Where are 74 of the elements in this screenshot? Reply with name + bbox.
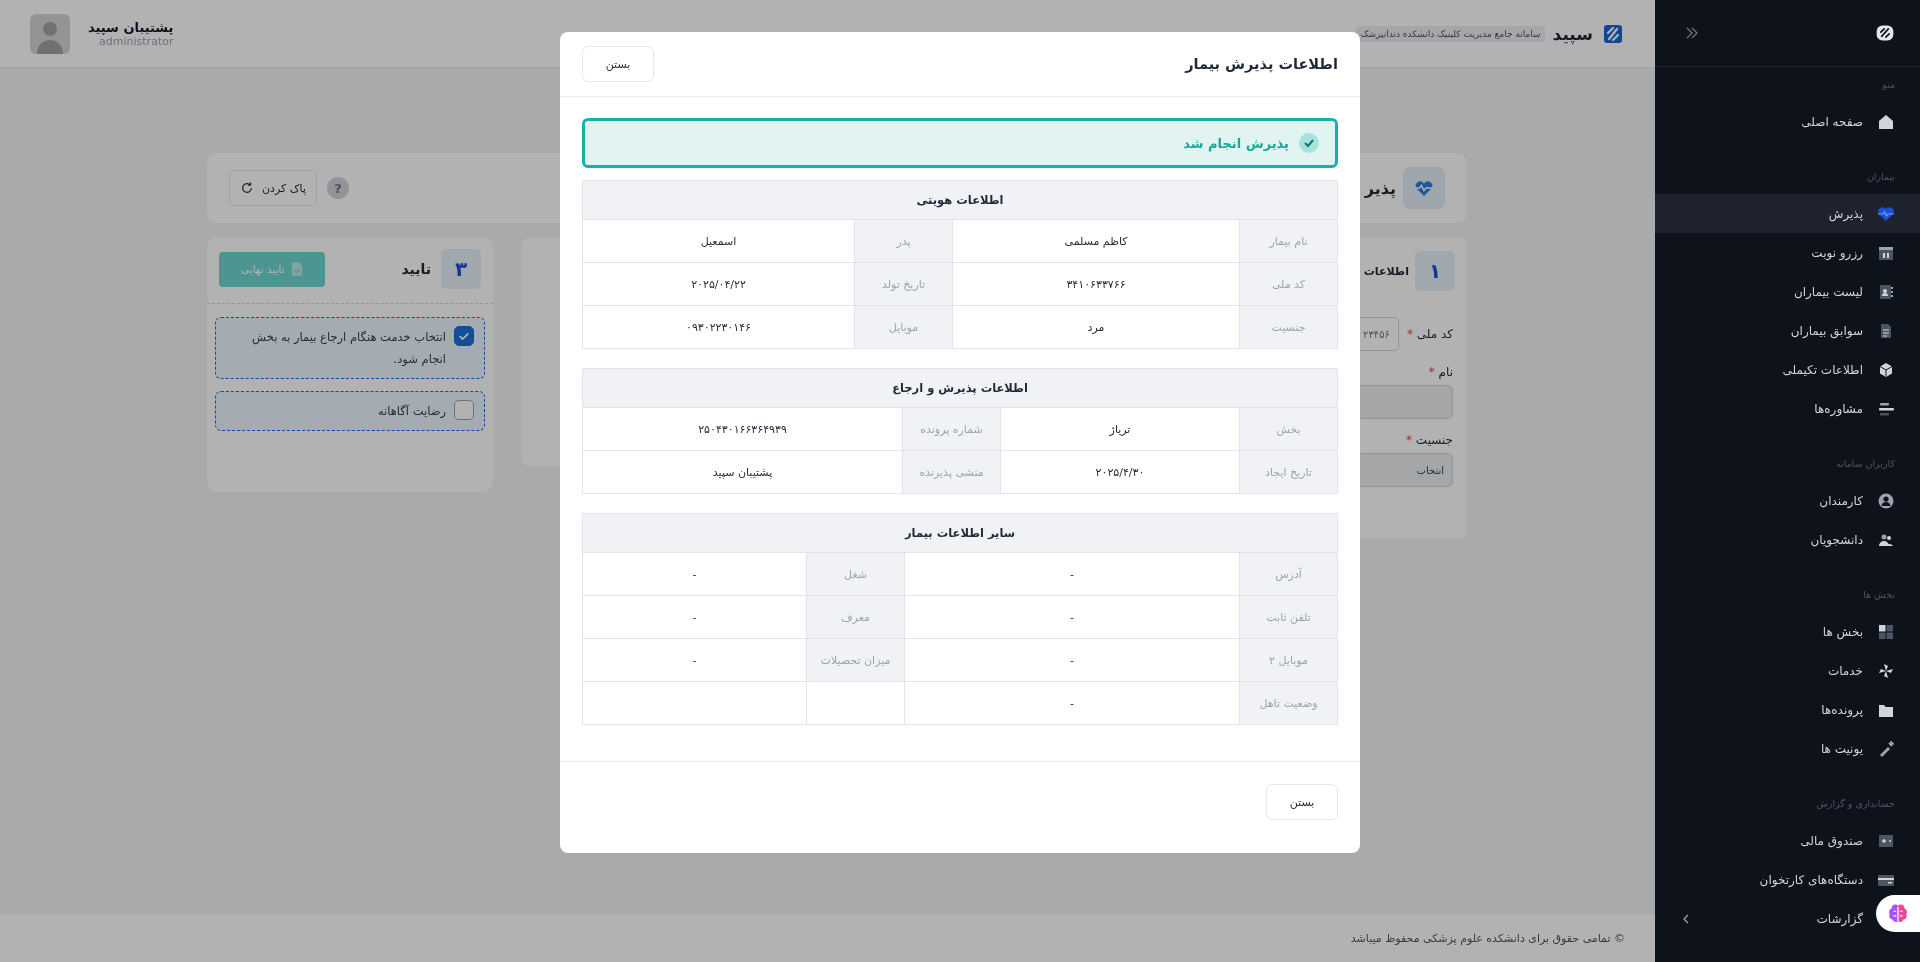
field-value: مرد bbox=[952, 305, 1239, 348]
section-header: اطلاعات پذیرش و ارجاع bbox=[583, 369, 1337, 407]
required-mark: * bbox=[1406, 327, 1413, 341]
field-label: کد ملی bbox=[1239, 262, 1337, 305]
nav-item[interactable]: سوابق بیماران bbox=[1655, 311, 1920, 350]
field-value: ۲۰۲۵/۴/۳۰ bbox=[1000, 450, 1239, 493]
required-mark: * bbox=[1428, 365, 1435, 379]
field-label: آدرس bbox=[1239, 552, 1337, 595]
field-value: - bbox=[904, 681, 1239, 724]
nav-item[interactable]: مشاوره‌ها bbox=[1655, 389, 1920, 428]
field-label: شماره پرونده bbox=[902, 407, 1000, 450]
field-label: نام بیمار bbox=[1239, 219, 1337, 262]
section-label: کاربران سامانه bbox=[1834, 457, 1896, 471]
field-label: وضعیت تاهل bbox=[1239, 681, 1337, 724]
gender-select[interactable]: انتخاب bbox=[1357, 453, 1453, 487]
field-label: جنسیت bbox=[1239, 305, 1337, 348]
nav-item[interactable]: یونیت ها bbox=[1655, 729, 1920, 768]
copyright-text: © تمامی حقوق برای دانشکده علوم پزشکی محفوظ میباشد bbox=[1350, 932, 1625, 945]
nav-item[interactable]: پذیرش bbox=[1655, 194, 1920, 233]
section-label: حسابداری و گزارش bbox=[1815, 797, 1896, 811]
field-label: موبایل ۲ bbox=[1239, 638, 1337, 681]
brand-name: سپید bbox=[1552, 23, 1593, 44]
user-name: پشتیبان سپید bbox=[88, 19, 174, 35]
nav-item[interactable]: دانشجویان bbox=[1655, 520, 1920, 559]
option-label: انتخاب خدمت هنگام ارجاع بیمار به بخش انجام شود. bbox=[251, 329, 446, 368]
section-header: اطلاعات هویتی bbox=[583, 181, 1337, 219]
required-mark: * bbox=[1406, 433, 1413, 447]
field-label: شغل bbox=[806, 552, 904, 595]
field-value: کاظم مسلمی bbox=[952, 219, 1239, 262]
field-value: تریاژ bbox=[1000, 407, 1239, 450]
nav-item[interactable]: پرونده‌ها bbox=[1655, 690, 1920, 729]
field-label: تاریخ ایجاد bbox=[1239, 450, 1337, 493]
step-number: ۱ bbox=[1415, 251, 1455, 291]
nav-item[interactable]: بخش ها bbox=[1655, 612, 1920, 651]
user-role: administrator bbox=[99, 34, 174, 48]
field-label: منشی پذیرنده bbox=[902, 450, 1000, 493]
field-label: تلفن ثابت bbox=[1239, 595, 1337, 638]
nav-item[interactable]: صندوق مالی bbox=[1655, 821, 1920, 860]
nav-item[interactable]: رزرو نوبت bbox=[1655, 233, 1920, 272]
consent-option[interactable]: انتخاب خدمت هنگام ارجاع بیمار به بخش انجام شود. bbox=[215, 317, 485, 379]
section-label: منو bbox=[1881, 78, 1896, 92]
option-label: رضایت آگاهانه bbox=[377, 403, 446, 420]
modal-title: اطلاعات پذیرش بیمار bbox=[1185, 56, 1338, 72]
nav-item[interactable]: کارمندان bbox=[1655, 481, 1920, 520]
nav-item[interactable]: صفحه اصلی bbox=[1655, 102, 1920, 141]
section-header: سایر اطلاعات بیمار bbox=[583, 514, 1337, 552]
section-label: بخش ها bbox=[1862, 588, 1896, 602]
step-title: اطلاعات bbox=[1363, 264, 1409, 278]
field-label: کد ملی * bbox=[1406, 327, 1453, 341]
reset-button[interactable]: پاک کردن bbox=[229, 170, 318, 206]
field-label: میزان تحصیلات bbox=[806, 638, 904, 681]
nav-item[interactable]: خدمات bbox=[1655, 651, 1920, 690]
field-value: - bbox=[904, 638, 1239, 681]
page-title: پذیر bbox=[1364, 178, 1396, 198]
field-label: موبایل bbox=[854, 305, 952, 348]
section-label: بیماران bbox=[1865, 170, 1896, 184]
field-value: - bbox=[904, 595, 1239, 638]
nav-item[interactable]: دستگاه‌های کارتخوان bbox=[1655, 860, 1920, 899]
nav-item[interactable]: گزارشات bbox=[1655, 899, 1874, 938]
field-label: تاریخ تولد bbox=[854, 262, 952, 305]
close-button[interactable]: بستن bbox=[1266, 784, 1338, 820]
close-button[interactable]: بستن bbox=[582, 46, 654, 82]
nav-item[interactable]: اطلاعات تکیملی bbox=[1655, 350, 1920, 389]
field-label: بخش bbox=[1239, 407, 1337, 450]
nav-item[interactable]: لیست بیماران bbox=[1655, 272, 1920, 311]
field-label: پدر bbox=[854, 219, 952, 262]
step-title: تایید bbox=[401, 261, 431, 277]
app-subtitle: سامانه جامع مدیریت کلینیک دانشکده دندانپزشک bbox=[1356, 25, 1545, 42]
success-message: پذیرش انجام شد bbox=[1183, 135, 1289, 151]
field-value: ۳۴۱۰۶۳۳۷۶۶ bbox=[952, 262, 1239, 305]
step-number: ۳ bbox=[441, 249, 481, 289]
consent-option[interactable]: رضایت آگاهانه bbox=[215, 391, 485, 431]
field-label: معرف bbox=[806, 595, 904, 638]
field-value: - bbox=[904, 552, 1239, 595]
